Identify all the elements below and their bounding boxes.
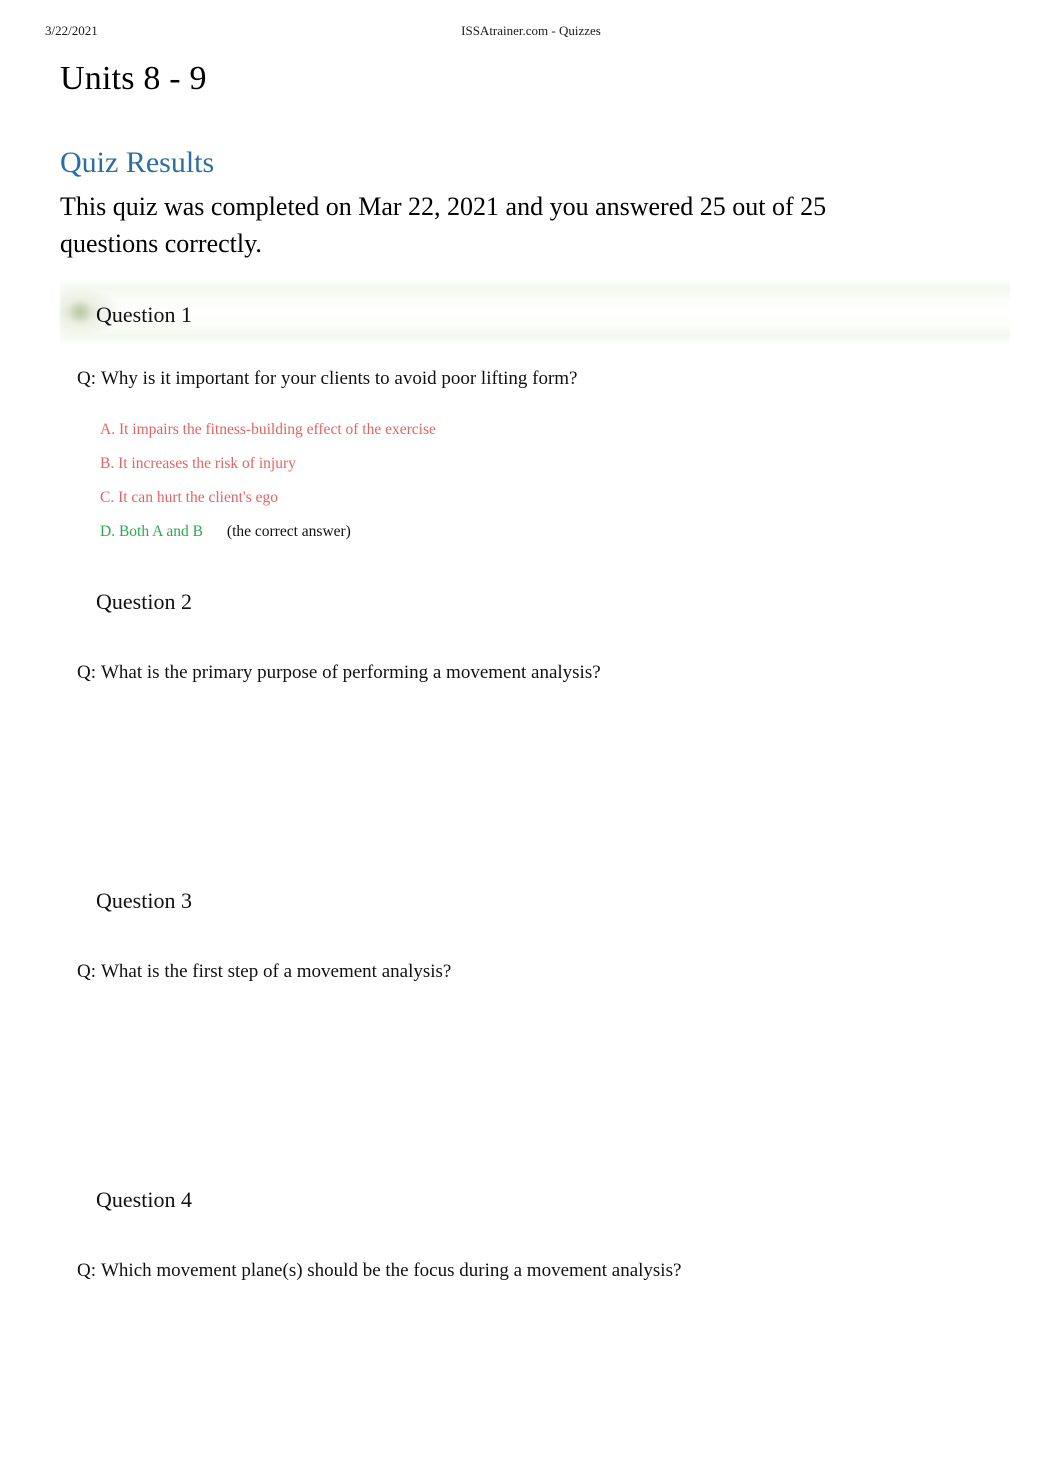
page-title: Units 8 - 9: [60, 60, 207, 97]
question-label[interactable]: Question 2: [96, 588, 192, 616]
question-body: Which movement plane(s) should be the fo…: [101, 1260, 682, 1281]
question-block: Question 3 Q: What is the first step of a …: [0, 884, 1062, 1174]
question-label[interactable]: Question 1: [96, 301, 192, 329]
correct-answer-note: (the correct answer): [226, 523, 351, 540]
answer-option-text: D. Both A and B: [100, 523, 203, 540]
question-prefix: Q:: [77, 368, 96, 389]
question-block: Question 2 Q: What is the primary purpose …: [0, 585, 1062, 875]
question-body: What is the first step of a movement ana…: [101, 961, 452, 982]
question-prefix: Q:: [77, 1260, 96, 1281]
answer-option-text: B. It increases the risk of injury: [100, 455, 296, 472]
question-text: Q: Why is it important for your clients t…: [77, 366, 578, 392]
answer-list: A. It impairs the fitness-building effec…: [100, 413, 436, 549]
answer-option-text: A. It impairs the fitness-building effec…: [100, 421, 436, 438]
question-label[interactable]: Question 3: [96, 887, 192, 915]
print-header: 3/22/2021 ISSAtrainer.com - Quizzes: [0, 22, 1062, 40]
question-status-dot-icon: [69, 301, 91, 323]
question-label[interactable]: Question 4: [96, 1186, 192, 1214]
question-text: Q: What is the first step of a movement a…: [77, 959, 451, 985]
question-block: Question 1 Q: Why is it important for your…: [0, 278, 1062, 578]
question-block: Question 4 Q: Which movement plane(s) shou…: [0, 1183, 1062, 1473]
answer-option-correct: D. Both A and B (the correct answer): [100, 515, 436, 549]
question-text: Q: What is the primary purpose of perform…: [77, 660, 601, 686]
quiz-results-heading: Quiz Results: [60, 146, 215, 179]
answer-option: B. It increases the risk of injury: [100, 447, 436, 481]
question-prefix: Q:: [77, 961, 96, 982]
question-body: What is the primary purpose of performin…: [101, 662, 601, 683]
answer-option-text: C. It can hurt the client's ego: [100, 489, 278, 506]
question-highlight-band: [60, 278, 1010, 346]
answer-option: C. It can hurt the client's ego: [100, 481, 436, 515]
question-prefix: Q:: [77, 662, 96, 683]
question-text: Q: Which movement plane(s) should be the …: [77, 1258, 681, 1284]
answer-option: A. It impairs the fitness-building effec…: [100, 413, 436, 447]
question-body: Why is it important for your clients to …: [101, 368, 578, 389]
print-site-title: ISSAtrainer.com - Quizzes: [461, 23, 601, 38]
quiz-results-summary: This quiz was completed on Mar 22, 2021 …: [60, 192, 827, 258]
